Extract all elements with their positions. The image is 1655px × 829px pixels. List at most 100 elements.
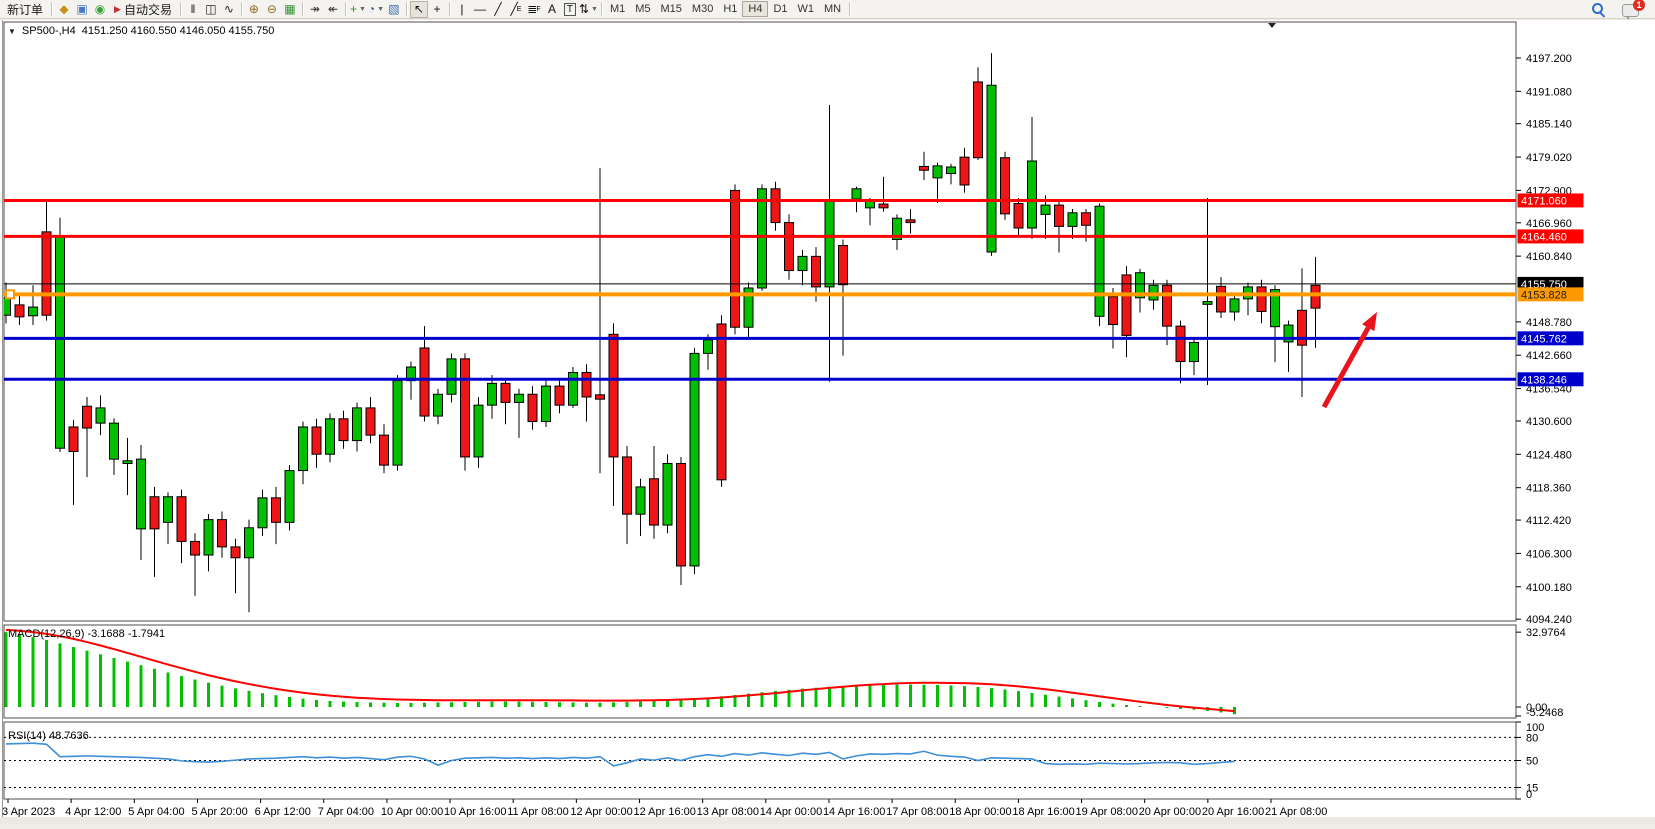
zoom-out-icon[interactable]: ⊖ bbox=[263, 1, 281, 18]
time-tick-label: 19 Apr 08:00 bbox=[1076, 806, 1138, 818]
candle-body bbox=[596, 395, 605, 399]
autotrade-button[interactable]: ▶自动交易 bbox=[109, 1, 177, 18]
candle-body bbox=[609, 334, 618, 457]
add-indicator-icon[interactable]: +▼ bbox=[349, 1, 367, 18]
add-indicator-icon-glyph: + bbox=[350, 1, 357, 18]
bar-chart-icon-glyph: ‖ bbox=[190, 1, 195, 18]
candlestick-chart-icon[interactable]: ◫ bbox=[202, 1, 220, 18]
zoom-in-icon[interactable]: ⊕ bbox=[245, 1, 263, 18]
zoom-out-icon-glyph: ⊖ bbox=[267, 1, 277, 18]
funnel-icon-glyph: ◆ bbox=[59, 1, 68, 18]
candle-body bbox=[1014, 203, 1023, 228]
timeframe-d1-button[interactable]: D1 bbox=[768, 1, 792, 17]
candle-body bbox=[636, 487, 645, 514]
price-badge-label: 4164.460 bbox=[1521, 231, 1567, 243]
timeframe-m1-button[interactable]: M1 bbox=[605, 1, 630, 17]
fibonacci-icon[interactable]: ≣F bbox=[525, 1, 543, 18]
vertical-line-icon[interactable]: | bbox=[453, 1, 471, 18]
time-tick-label: 5 Apr 20:00 bbox=[191, 806, 247, 818]
arrows-shapes-icon-glyph: ⇅ bbox=[579, 1, 589, 18]
autotrade-button-icon: ▶ bbox=[114, 4, 121, 15]
time-tick-label: 10 Apr 00:00 bbox=[381, 806, 443, 818]
add-indicator-icon-dropdown[interactable]: ▼ bbox=[359, 1, 366, 18]
chart-canvas[interactable]: 4197.2004191.0804185.1404179.0204172.900… bbox=[0, 20, 1655, 824]
timeframe-m15-button[interactable]: M15 bbox=[656, 1, 687, 17]
timeframe-m5-button[interactable]: M5 bbox=[630, 1, 655, 17]
crosshair-icon[interactable]: + bbox=[428, 1, 446, 18]
equidistant-channel-icon[interactable]: ╱E bbox=[507, 1, 525, 18]
candle-body bbox=[339, 419, 348, 441]
candle-body bbox=[758, 189, 767, 288]
price-tick-label: 4191.080 bbox=[1526, 86, 1572, 98]
toolbar-right-group: 1 bbox=[1592, 2, 1639, 17]
timeframe-h4-button[interactable]: H4 bbox=[742, 1, 768, 17]
timeframe-m30-button[interactable]: M30 bbox=[687, 1, 718, 17]
arrows-shapes-icon[interactable]: ⇅▼ bbox=[579, 1, 598, 18]
timeframe-w1-button[interactable]: W1 bbox=[793, 1, 820, 17]
candle-body bbox=[1001, 158, 1010, 214]
line-chart-icon[interactable]: ∿ bbox=[220, 1, 238, 18]
cursor-icon[interactable]: ↖ bbox=[410, 1, 428, 18]
candle-body bbox=[164, 497, 173, 523]
auto-scroll-icon[interactable]: ↠ bbox=[306, 1, 324, 18]
candle-body bbox=[650, 479, 659, 525]
bar-chart-icon[interactable]: ‖ bbox=[184, 1, 202, 18]
candle-body bbox=[474, 405, 483, 457]
text-icon[interactable]: A bbox=[543, 1, 561, 18]
signals-icon-glyph: ◉ bbox=[95, 1, 105, 18]
hline-handle[interactable] bbox=[6, 290, 14, 298]
price-tick-label: 4197.200 bbox=[1526, 53, 1572, 65]
search-icon[interactable] bbox=[1592, 2, 1606, 16]
candle-body bbox=[29, 307, 38, 316]
new-order-button[interactable]: 新订单 bbox=[2, 1, 48, 18]
timeframe-mn-button[interactable]: MN bbox=[819, 1, 846, 17]
candle-body bbox=[366, 408, 375, 435]
toolbar-separator bbox=[51, 2, 52, 16]
macd-scale-label: 32.9764 bbox=[1526, 627, 1566, 639]
arrows-shapes-icon-dropdown[interactable]: ▼ bbox=[591, 1, 598, 18]
chart-shift-icon[interactable]: ↞ bbox=[324, 1, 342, 18]
autotrade-button-label: 自动交易 bbox=[124, 1, 172, 18]
candle-body bbox=[528, 394, 537, 421]
candle-body bbox=[731, 190, 740, 327]
candle-body bbox=[1095, 206, 1104, 316]
signals-icon[interactable]: ◉ bbox=[91, 1, 109, 18]
horizontal-line-icon[interactable]: — bbox=[471, 1, 489, 18]
candle-body bbox=[258, 498, 267, 528]
candle-body bbox=[960, 157, 969, 185]
timeframes-clock-icon-dropdown[interactable]: ▼ bbox=[377, 1, 384, 18]
candle-body bbox=[555, 386, 564, 405]
template-chart-icon[interactable]: ▧ bbox=[385, 1, 403, 18]
candle-body bbox=[1230, 299, 1239, 312]
candle-body bbox=[879, 204, 888, 208]
candle-body bbox=[501, 383, 510, 402]
candle-body bbox=[272, 498, 281, 523]
candle-body bbox=[717, 324, 726, 480]
candle-body bbox=[204, 520, 213, 555]
price-badge-label: 4153.828 bbox=[1521, 289, 1567, 301]
candle-body bbox=[42, 232, 51, 315]
mt4-application: 新订单◆▣◉▶自动交易‖◫∿⊕⊖▦↠↞+▼◔▼▧↖+|—╱╱E≣FAT⇅▼M1M… bbox=[0, 0, 1655, 824]
candle-body bbox=[420, 348, 429, 416]
time-tick-label: 10 Apr 16:00 bbox=[444, 806, 506, 818]
candle-body bbox=[677, 463, 686, 565]
rsi-scale-label: 80 bbox=[1526, 732, 1538, 744]
price-badge-label: 4171.060 bbox=[1521, 195, 1567, 207]
timeframes-clock-icon[interactable]: ◔▼ bbox=[367, 1, 385, 18]
line-chart-icon-glyph: ∿ bbox=[224, 1, 234, 18]
notifications-icon[interactable]: 1 bbox=[1622, 4, 1639, 17]
market-watch-icon[interactable]: ▣ bbox=[73, 1, 91, 18]
price-badge-label: 4145.762 bbox=[1521, 333, 1567, 345]
funnel-icon[interactable]: ◆ bbox=[55, 1, 73, 18]
tile-windows-icon[interactable]: ▦ bbox=[281, 1, 299, 18]
toolbar-separator bbox=[601, 2, 602, 16]
chart-ohlc-values: 4151.250 4160.550 4146.050 4155.750 bbox=[82, 25, 275, 37]
timeframe-h1-button[interactable]: H1 bbox=[718, 1, 742, 17]
text-label-icon[interactable]: T bbox=[561, 1, 579, 18]
text-label-icon-glyph: T bbox=[564, 3, 576, 16]
candle-body bbox=[771, 189, 780, 223]
rsi-indicator-label: RSI(14) 48.7636 bbox=[8, 730, 89, 742]
chart-collapse-toggle[interactable]: ▼ bbox=[8, 27, 16, 36]
trendline-icon[interactable]: ╱ bbox=[489, 1, 507, 18]
candle-body bbox=[326, 419, 335, 454]
